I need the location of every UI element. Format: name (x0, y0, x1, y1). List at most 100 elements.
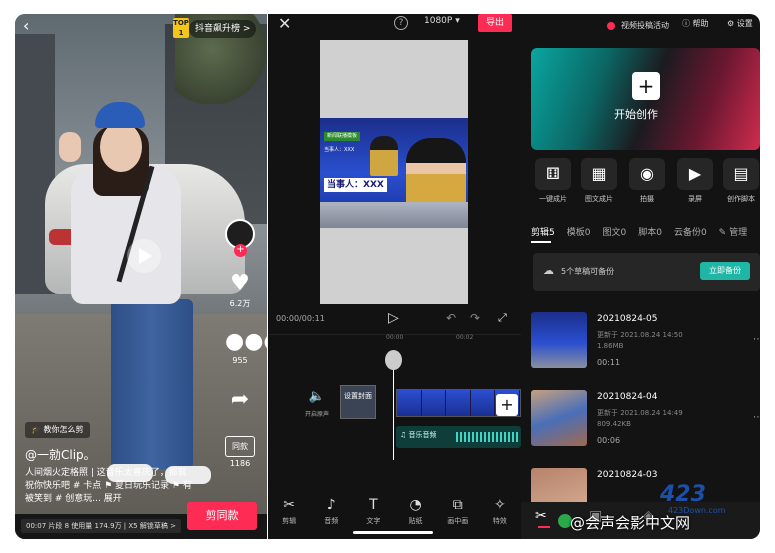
resolution-select[interactable]: 1080P ▾ (424, 16, 460, 26)
like-count: 6.2万 (229, 299, 251, 308)
rank-pill[interactable]: 抖音飙升榜 > (189, 20, 257, 38)
draft-item[interactable]: 20210824-04 更新于 2021.08.24 14:49 809.42K… (531, 390, 760, 456)
gear-icon: ⚙ (727, 19, 737, 28)
draft-updated: 更新于 2021.08.24 14:49 (597, 409, 683, 417)
follow-plus-icon[interactable]: + (234, 244, 247, 257)
plus-icon: + (632, 72, 660, 100)
news-label: 新闻联播模板 (324, 132, 361, 141)
screen-record-icon: ▶ (677, 158, 713, 190)
audio-waveform (456, 432, 518, 442)
shortcut-label: 图文成片 (585, 195, 613, 203)
draft-title: 20210824-03 (597, 470, 658, 480)
more-icon[interactable]: ⋯ (753, 334, 760, 345)
start-creating-label: 开始创作 (614, 108, 658, 121)
playhead[interactable] (393, 356, 394, 460)
share-action[interactable]: ➦ (225, 388, 255, 412)
backup-now-button[interactable]: 立即备份 (700, 262, 750, 280)
shortcut-image-text[interactable]: ▦ 图文成片 (579, 158, 619, 204)
add-clip-button[interactable]: + (496, 394, 518, 416)
start-creating-card[interactable]: + 开始创作 (531, 48, 760, 150)
timecode: 00:00/00:11 (276, 314, 325, 323)
news-frame-preview: 新闻联播模板 当事人：XXX 当事人：XXX (320, 118, 468, 228)
comment-count: 955 (232, 356, 248, 365)
text-icon: T (369, 497, 378, 513)
camera-icon: ◉ (629, 158, 665, 190)
tool-audio[interactable]: ♪ 音频 (316, 496, 346, 526)
script-icon: ▤ (723, 158, 759, 190)
douyin-video-panel: ‹ TOP1 抖音飙升榜 > + ♥ 6.2万 ●●● 955 ➦ 同款 118… (15, 14, 267, 539)
tab-image-text[interactable]: 图文0 (602, 225, 626, 238)
audio-track[interactable]: ♫ 音乐音频 (396, 426, 521, 448)
tool-label: 音频 (324, 517, 339, 525)
shortcut-one-click[interactable]: ⚅ 一键成片 (533, 158, 573, 204)
more-icon[interactable]: ⋯ (753, 412, 760, 423)
settings-label: 设置 (736, 19, 753, 28)
top-rank-badge: TOP 1 (173, 18, 189, 38)
draft-size: 809.42KB (597, 420, 631, 428)
promo-icon (607, 22, 615, 30)
undo-icon[interactable]: ↶ (446, 311, 456, 325)
use-template-button[interactable]: 剪同款 (187, 502, 257, 530)
play-button[interactable] (127, 239, 161, 273)
comment-action[interactable]: ●●● 955 (225, 329, 267, 366)
home-indicator (353, 531, 433, 534)
tutorial-tag[interactable]: 🎓 教你怎么剪 (25, 422, 90, 438)
tool-label: 剪辑 (282, 517, 297, 525)
backup-banner: ☁ 5个草稿可备份 立即备份 (533, 253, 760, 291)
shortcut-label: 录屏 (688, 195, 702, 203)
heart-icon: ♥ (230, 271, 250, 296)
draft-duration: 00:06 (597, 436, 621, 445)
shortcut-screen-record[interactable]: ▶ 录屏 (675, 158, 715, 204)
close-icon[interactable]: ✕ (278, 14, 291, 33)
graduation-cap-icon: 🎓 (31, 425, 44, 434)
template-info[interactable]: 00:07 片段 8 使用量 174.9万 | X5 解锁草稿 > (21, 519, 181, 533)
video-caption: 人间烟火定格照 | 这音乐太喜庆了，那就祝你快乐吧 # 卡点 ⚑ 夏日玩乐记录 … (25, 468, 192, 504)
clip-frame (421, 390, 447, 416)
share-arrow-icon: ➦ (230, 387, 250, 412)
draft-thumbnail (531, 312, 587, 368)
back-arrow-icon[interactable]: ‹ (23, 16, 29, 35)
scissors-icon[interactable]: ✂ (535, 508, 547, 524)
anchor-small (370, 136, 398, 176)
tool-text[interactable]: T 文字 (358, 496, 388, 526)
clip-frame (470, 390, 496, 416)
tab-template[interactable]: 模板0 (567, 225, 591, 238)
scissors-icon: ✂ (283, 497, 295, 513)
playhead-thumb[interactable] (385, 350, 402, 370)
sticker-icon: ◔ (409, 497, 422, 513)
person-jeans (111, 299, 193, 469)
draft-tabs: 剪辑5 模板0 图文0 脚本0 云备份0 ✎ 管理 (531, 225, 747, 238)
play-icon[interactable]: ▷ (388, 310, 399, 326)
image-text-icon: ▦ (581, 158, 617, 190)
tab-script[interactable]: 脚本0 (638, 225, 662, 238)
tool-effects[interactable]: ✧ 特效 (485, 496, 515, 526)
tool-sticker[interactable]: ◔ 贴纸 (401, 496, 431, 526)
tool-edit[interactable]: ✂ 剪辑 (274, 496, 304, 526)
tool-label: 画中画 (447, 517, 469, 525)
tab-cloud-backup[interactable]: 云备份0 (674, 225, 707, 238)
tab-manage[interactable]: ✎ 管理 (719, 225, 747, 238)
shortcut-script[interactable]: ▤ 创作脚本 (721, 158, 760, 204)
set-cover-button[interactable]: 设置封面 (340, 385, 376, 419)
help-icon[interactable]: ? (394, 16, 408, 30)
username[interactable]: @一勍Clip。 (25, 446, 96, 463)
shortcut-camera[interactable]: ◉ 拍摄 (627, 158, 667, 204)
redo-icon[interactable]: ↷ (470, 311, 480, 325)
draft-title: 20210824-05 (597, 314, 658, 324)
tutorial-label: 教你怎么剪 (43, 425, 84, 434)
tab-edit[interactable]: 剪辑5 (531, 225, 555, 238)
person-hand (59, 132, 81, 162)
collect-action[interactable]: 同款 1186 (225, 434, 255, 468)
promo-link[interactable]: 视频投稿活动 (617, 18, 673, 34)
active-nav-indicator (538, 526, 550, 528)
comment-icon: ●●● (225, 329, 267, 354)
export-button[interactable]: 导出 (478, 14, 512, 32)
draft-item[interactable]: 20210824-05 更新于 2021.08.24 14:50 1.86MB … (531, 312, 760, 378)
like-action[interactable]: ♥ 6.2万 (225, 272, 255, 309)
fullscreen-icon[interactable]: ⤢ (498, 311, 507, 325)
tool-pip[interactable]: ⧉ 画中画 (443, 496, 473, 526)
speaker-mute-icon[interactable]: 🔈 (304, 389, 330, 404)
help-link[interactable]: ⓘ 帮助 (682, 18, 709, 29)
collect-label: 同款 (225, 436, 255, 457)
settings-link[interactable]: ⚙ 设置 (727, 18, 753, 29)
